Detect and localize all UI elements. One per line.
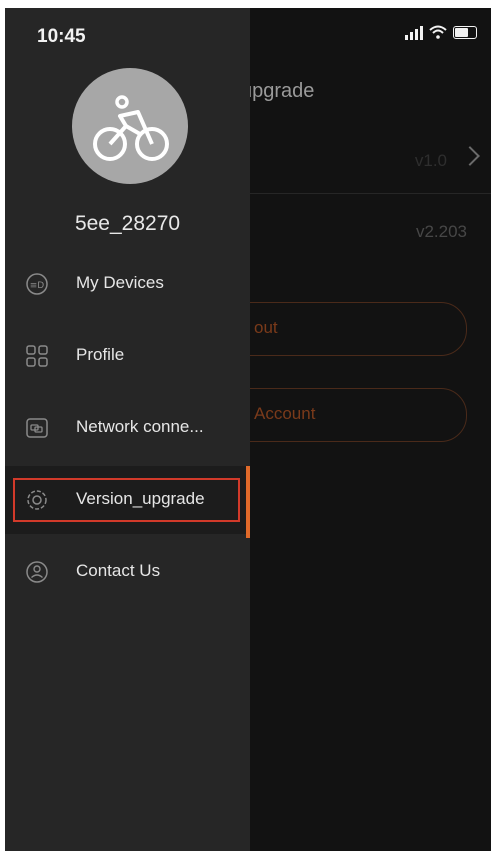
current-version-value: v1.0 <box>414 151 447 170</box>
menu-label-contact-us: Contact Us <box>76 561 161 580</box>
svg-text:≡D: ≡D <box>30 281 45 291</box>
contact-icon <box>26 561 48 583</box>
network-icon <box>26 418 48 438</box>
cyclist-icon <box>93 95 169 161</box>
status-icons <box>405 24 477 40</box>
menu-label-profile: Profile <box>76 345 125 364</box>
chevron-right-icon <box>460 146 480 166</box>
signal-icon <box>405 24 423 40</box>
menu-item-my-devices[interactable]: ≡D My Devices <box>5 250 250 318</box>
wifi-icon <box>429 25 447 39</box>
grid-icon <box>26 345 48 367</box>
active-indicator-bar <box>246 466 250 538</box>
side-drawer: 5ee_28270 ≡D My Devices Profile Network … <box>5 8 250 851</box>
phone-screen: upgrade v1.0 v2.203 out Account 10:45 5e… <box>5 8 491 851</box>
menu-label-network: Network conne... <box>76 417 204 436</box>
menu-item-version-upgrade[interactable]: Version_upgrade <box>5 466 246 534</box>
menu-item-contact-us[interactable]: Contact Us <box>5 538 250 606</box>
avatar[interactable] <box>72 68 188 184</box>
username: 5ee_28270 <box>74 212 181 235</box>
selection-highlight-box <box>13 478 240 522</box>
delete-account-button-label: Account <box>254 404 316 423</box>
menu-label-my-devices: My Devices <box>76 273 164 292</box>
status-time: 10:45 <box>37 26 86 47</box>
latest-version-value: v2.203 <box>415 222 467 241</box>
menu-item-profile[interactable]: Profile <box>5 322 250 390</box>
menu-item-network-connection[interactable]: Network conne... <box>5 394 250 462</box>
battery-icon <box>453 25 477 39</box>
page-title: upgrade <box>241 80 315 102</box>
devices-icon: ≡D <box>26 273 48 295</box>
logout-button-label: out <box>254 318 278 337</box>
